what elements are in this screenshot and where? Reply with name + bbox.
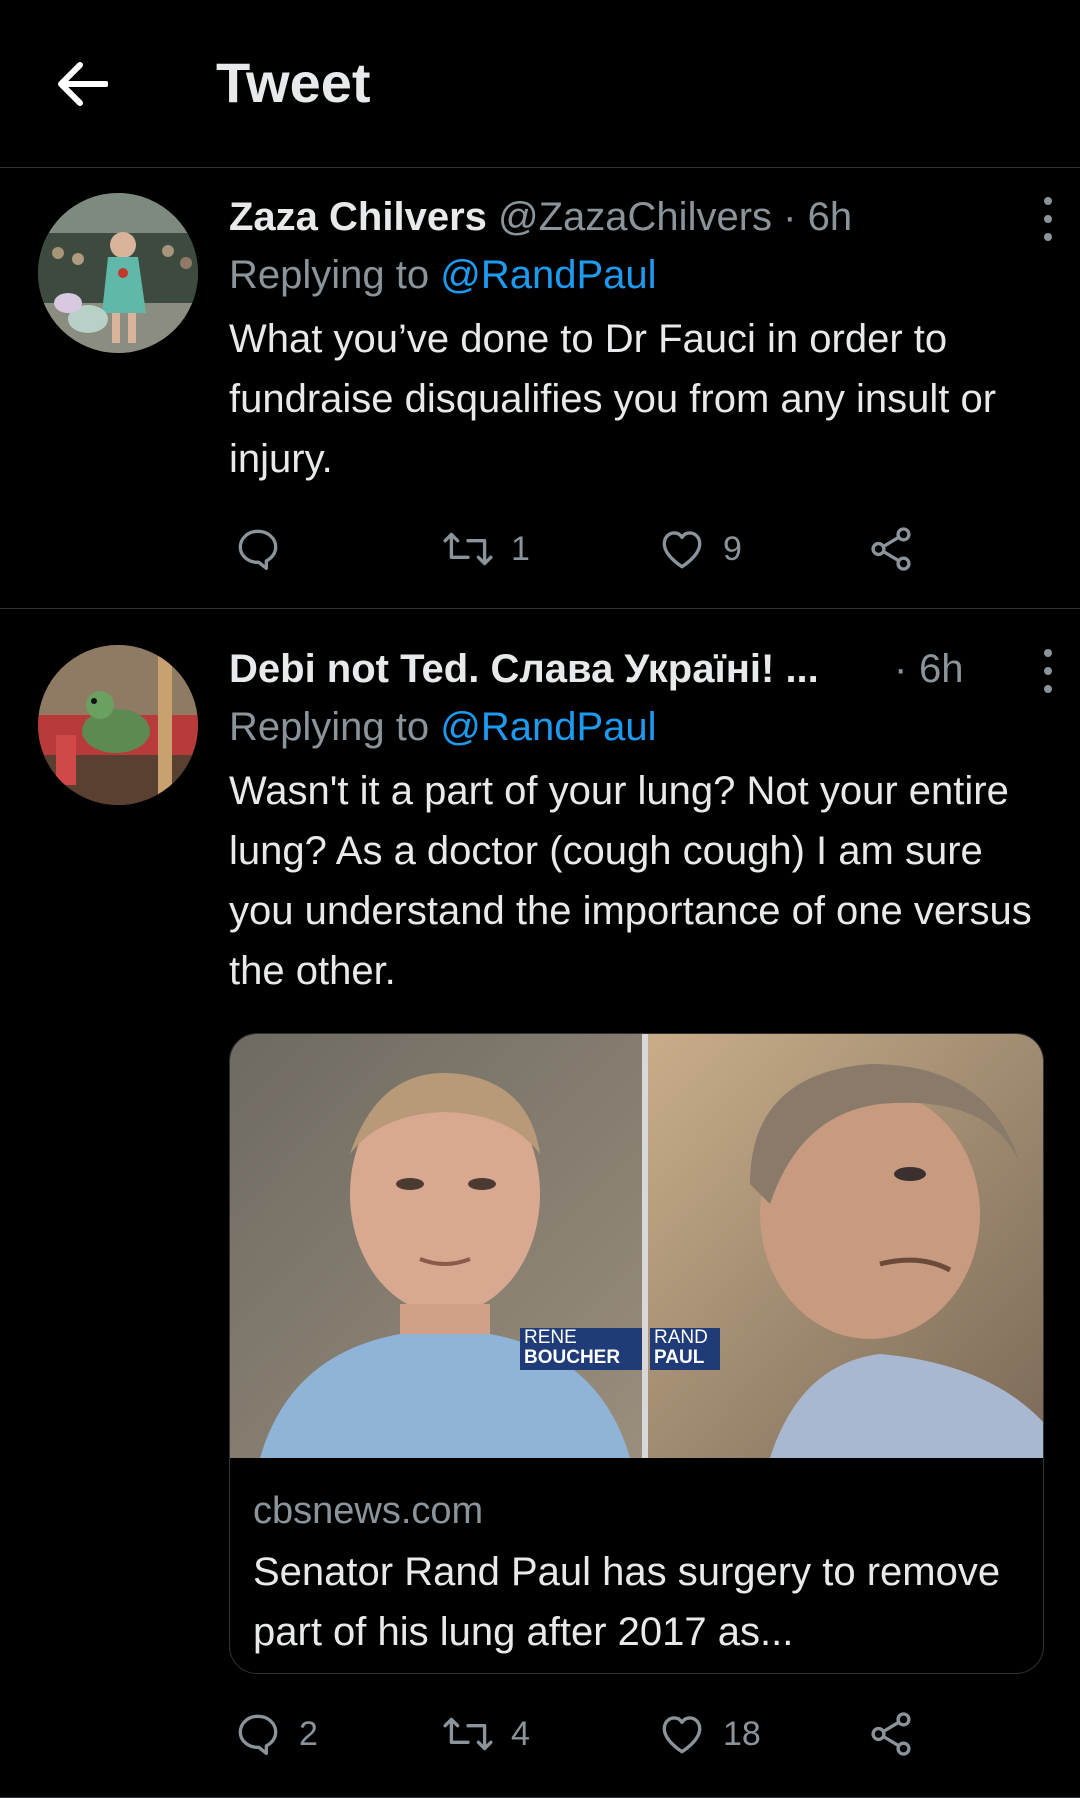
back-button[interactable]	[50, 56, 114, 112]
retweet-icon	[443, 532, 493, 566]
mention-link[interactable]: @RandPaul	[440, 705, 656, 749]
like-count: 18	[723, 1714, 761, 1753]
image-caption-right: RAND PAUL	[654, 1328, 708, 1368]
display-name[interactable]: Debi not Ted. Слава Україні! ...	[229, 647, 819, 691]
caption-left-line1: RENE	[524, 1327, 577, 1348]
share-icon	[871, 1712, 911, 1756]
tweet-header: Debi not Ted. Слава Україні! ... · 6h	[229, 641, 1052, 697]
share-button[interactable]	[866, 1704, 916, 1764]
timestamp[interactable]: 6h	[808, 195, 853, 239]
share-button[interactable]	[866, 519, 916, 579]
avatar[interactable]	[38, 193, 198, 353]
page-title: Tweet	[216, 51, 371, 114]
reply-count: 2	[299, 1714, 318, 1753]
link-card[interactable]: RENE BOUCHER RAND PAUL cbsnews.com Senat…	[229, 1033, 1044, 1674]
tweet-header: Zaza Chilvers @ZazaChilvers · 6h	[229, 189, 1052, 245]
action-bar: 1 9	[229, 519, 929, 579]
retweet-count: 4	[511, 1714, 530, 1753]
caption-right-line2: PAUL	[654, 1347, 705, 1368]
reply-button[interactable]	[233, 519, 299, 579]
replying-to: Replying to @RandPaul	[229, 245, 1041, 305]
replying-to-label: Replying to	[229, 253, 430, 297]
user-handle[interactable]: @ZazaChilvers	[498, 195, 772, 239]
separator-dot: ·	[783, 195, 797, 239]
share-icon	[871, 527, 911, 571]
like-button[interactable]: 9	[657, 519, 742, 579]
heart-icon	[662, 531, 702, 569]
heart-icon	[662, 1716, 702, 1754]
retweet-icon	[443, 1717, 493, 1751]
retweet-button[interactable]: 1	[441, 519, 530, 579]
avatar[interactable]	[38, 645, 198, 805]
arrow-left-icon	[58, 62, 108, 106]
display-name[interactable]: Zaza Chilvers	[229, 195, 487, 239]
separator-dot: ·	[894, 647, 908, 691]
retweet-button[interactable]: 4	[441, 1704, 530, 1764]
action-bar: 2 4 18	[229, 1704, 929, 1764]
timestamp[interactable]: 6h	[919, 641, 964, 697]
mention-link[interactable]: @RandPaul	[440, 253, 656, 297]
top-bar: Tweet	[0, 0, 1080, 168]
link-domain: cbsnews.com	[253, 1490, 484, 1532]
tweet-reply[interactable]: Debi not Ted. Слава Україні! ... · 6h Re…	[0, 610, 1080, 1798]
reply-button[interactable]: 2	[233, 1704, 318, 1764]
tweet-reply[interactable]: Zaza Chilvers @ZazaChilvers · 6h Replyin…	[0, 169, 1080, 609]
replying-to: Replying to @RandPaul	[229, 697, 1041, 757]
reply-icon	[238, 1714, 278, 1756]
retweet-count: 1	[511, 529, 530, 568]
link-title: Senator Rand Paul has surgery to remove …	[253, 1550, 1001, 1654]
more-options-icon[interactable]	[1033, 649, 1063, 693]
image-caption-left: RENE BOUCHER	[524, 1328, 620, 1368]
tweet-text: What you’ve done to Dr Fauci in order to…	[229, 317, 997, 481]
link-card-image: RENE BOUCHER RAND PAUL	[230, 1034, 1043, 1458]
caption-right-line1: RAND	[654, 1327, 708, 1348]
like-button[interactable]: 18	[657, 1704, 761, 1764]
like-count: 9	[723, 529, 742, 568]
tweet-text: Wasn't it a part of your lung? Not your …	[229, 769, 1032, 993]
reply-icon	[238, 529, 278, 571]
more-options-icon[interactable]	[1033, 197, 1063, 241]
replying-to-label: Replying to	[229, 705, 430, 749]
caption-left-line2: BOUCHER	[524, 1347, 621, 1368]
